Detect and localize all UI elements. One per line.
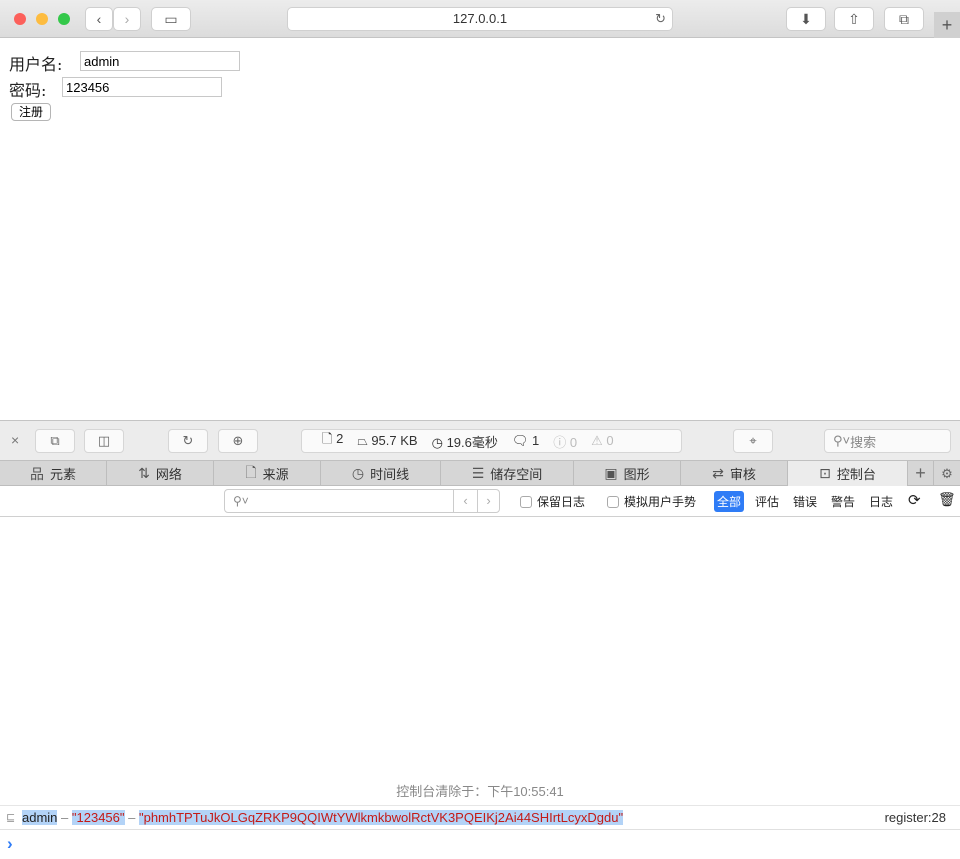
console-prompt[interactable]: › [0,830,960,859]
tab-graphics[interactable]: ▣ 图形 [574,461,681,486]
register-button[interactable]: 注册 [11,103,51,121]
time-stat[interactable]: ◷ 19.6毫秒 [432,432,498,451]
forward-button[interactable]: › [113,7,141,31]
reload-icon[interactable]: ↻ [655,8,666,30]
settings-gear-icon[interactable]: ⚙ [934,461,960,486]
url-text: 127.0.0.1 [452,11,508,26]
close-window-button[interactable] [14,13,26,25]
password-input[interactable] [62,77,222,97]
tab-audit[interactable]: ⇄ 审核 [681,461,788,486]
size-stat[interactable]: ⏢ 95.7 KB [357,433,417,449]
next-match-button[interactable]: › [477,490,499,512]
undock-icon[interactable]: ⧉ [35,429,75,453]
console-filter-bar: ⚲˅ ‹ › 保留日志 模拟用户手势 全部 评估 错误 警告 日志 ⟳ 🗑 [0,486,960,517]
back-button[interactable]: ‹ [85,7,113,31]
title-bar: ‹ › ▭ 127.0.0.1 ↻ ⬇ ⇧ ⧉ + [0,0,960,38]
sources-icon: 🗋 [245,463,257,480]
console-cleared-message: 控制台清除于：下午10:55:41 [396,784,564,799]
emulate-gesture-checkbox[interactable]: 模拟用户手势 [607,493,696,510]
log-source-link[interactable]: register:28 [885,806,946,830]
download-icon[interactable]: ⬇ [786,7,826,31]
search-icon: ⚲˅ [833,433,851,448]
separator: – [124,810,139,825]
download-archive-icon[interactable]: ⊕ [218,429,258,453]
tabs-icon[interactable]: ⧉ [884,7,924,31]
network-icon: ⇅ [138,465,150,481]
tab-elements[interactable]: 品元素 [0,461,107,486]
log-value-password: "123456" [71,810,125,825]
level-errors[interactable]: 错误 [793,493,817,510]
sidebar-icon[interactable]: ▭ [151,7,191,31]
devtools-tabs: 品元素 ⇅ 网络 🗋 来源 ◷ 时间线 ☰ 储存空间 ▣ 图形 ⇄ 审核 ⊡ 控制台 + ⚙ [0,460,960,486]
search-icon: ⚲˅ [233,494,249,508]
level-all[interactable]: 全部 [714,491,745,512]
devtools-search[interactable]: ⚲˅ 搜索 [824,429,951,453]
log-value-token: "phmhTPTuJkOLGqZRKP9QQIWtYWlkmkbwolRctVK… [138,810,624,825]
inspect-crosshair-icon[interactable]: ⌖ [733,429,773,453]
dock-side-icon[interactable]: ◫ [84,429,124,453]
log-value-username: admin [22,810,58,825]
console-filter-input[interactable]: ⚲˅ ‹ › [224,489,500,513]
password-label: 密码: [9,81,47,100]
tab-storage[interactable]: ☰ 储存空间 [441,461,574,486]
tab-sources[interactable]: 🗋 来源 [214,461,321,486]
share-icon[interactable]: ⇧ [834,7,874,31]
logs-stat[interactable]: 🗨 1 [512,433,539,449]
console-log-message: ⊑ admin – "123456" – "phmhTPTuJkOLGqZRKP… [0,805,960,830]
previous-match-button[interactable]: ‹ [453,490,477,512]
zoom-window-button[interactable] [58,13,70,25]
console-icon: ⊡ [819,465,831,481]
warnings-stat[interactable]: ⚠ 0 [591,433,614,449]
resources-stat[interactable]: 🗋 2 [322,430,343,452]
tab-console[interactable]: ⊡ 控制台 [788,461,908,486]
storage-icon: ☰ [471,465,485,481]
close-devtools-icon[interactable]: × [11,432,19,448]
clear-console-trash-icon[interactable]: 🗑 [938,491,956,508]
elements-icon: 品 [29,465,44,482]
level-logs[interactable]: 日志 [869,493,893,510]
address-bar[interactable]: 127.0.0.1 ↻ [287,7,673,31]
graphics-icon: ▣ [604,465,618,481]
timeline-icon: ◷ [351,465,365,481]
page-content: 用户名: 密码: 注册 [0,39,960,420]
level-warnings[interactable]: 警告 [831,493,855,510]
username-input[interactable] [80,51,240,71]
preserve-log-checkbox[interactable]: 保留日志 [520,493,585,510]
tab-timeline[interactable]: ◷ 时间线 [321,461,441,486]
tab-network[interactable]: ⇅ 网络 [107,461,214,486]
resource-stats: 🗋 2 ⏢ 95.7 KB ◷ 19.6毫秒 🗨 1 ⓘ 0 ⚠ 0 [301,429,682,453]
audit-icon: ⇄ [712,465,724,481]
new-tab-button[interactable]: + [934,12,960,38]
username-label: 用户名: [9,55,63,74]
prompt-chevron-icon: › [7,834,13,853]
reload-page-icon[interactable]: ↻ [168,429,208,453]
level-evaluations[interactable]: 评估 [755,493,779,510]
minimize-window-button[interactable] [36,13,48,25]
devtools-toolbar: × ⧉ ◫ ↻ ⊕ 🗋 2 ⏢ 95.7 KB ◷ 19.6毫秒 🗨 1 ⓘ 0… [0,420,960,460]
errors-stat[interactable]: ⓘ 0 [553,432,577,451]
log-icon: ⊑ [6,812,16,824]
separator: – [57,810,72,825]
refresh-icon[interactable]: ⟳ [908,491,921,509]
add-tab-button[interactable]: + [908,461,934,486]
